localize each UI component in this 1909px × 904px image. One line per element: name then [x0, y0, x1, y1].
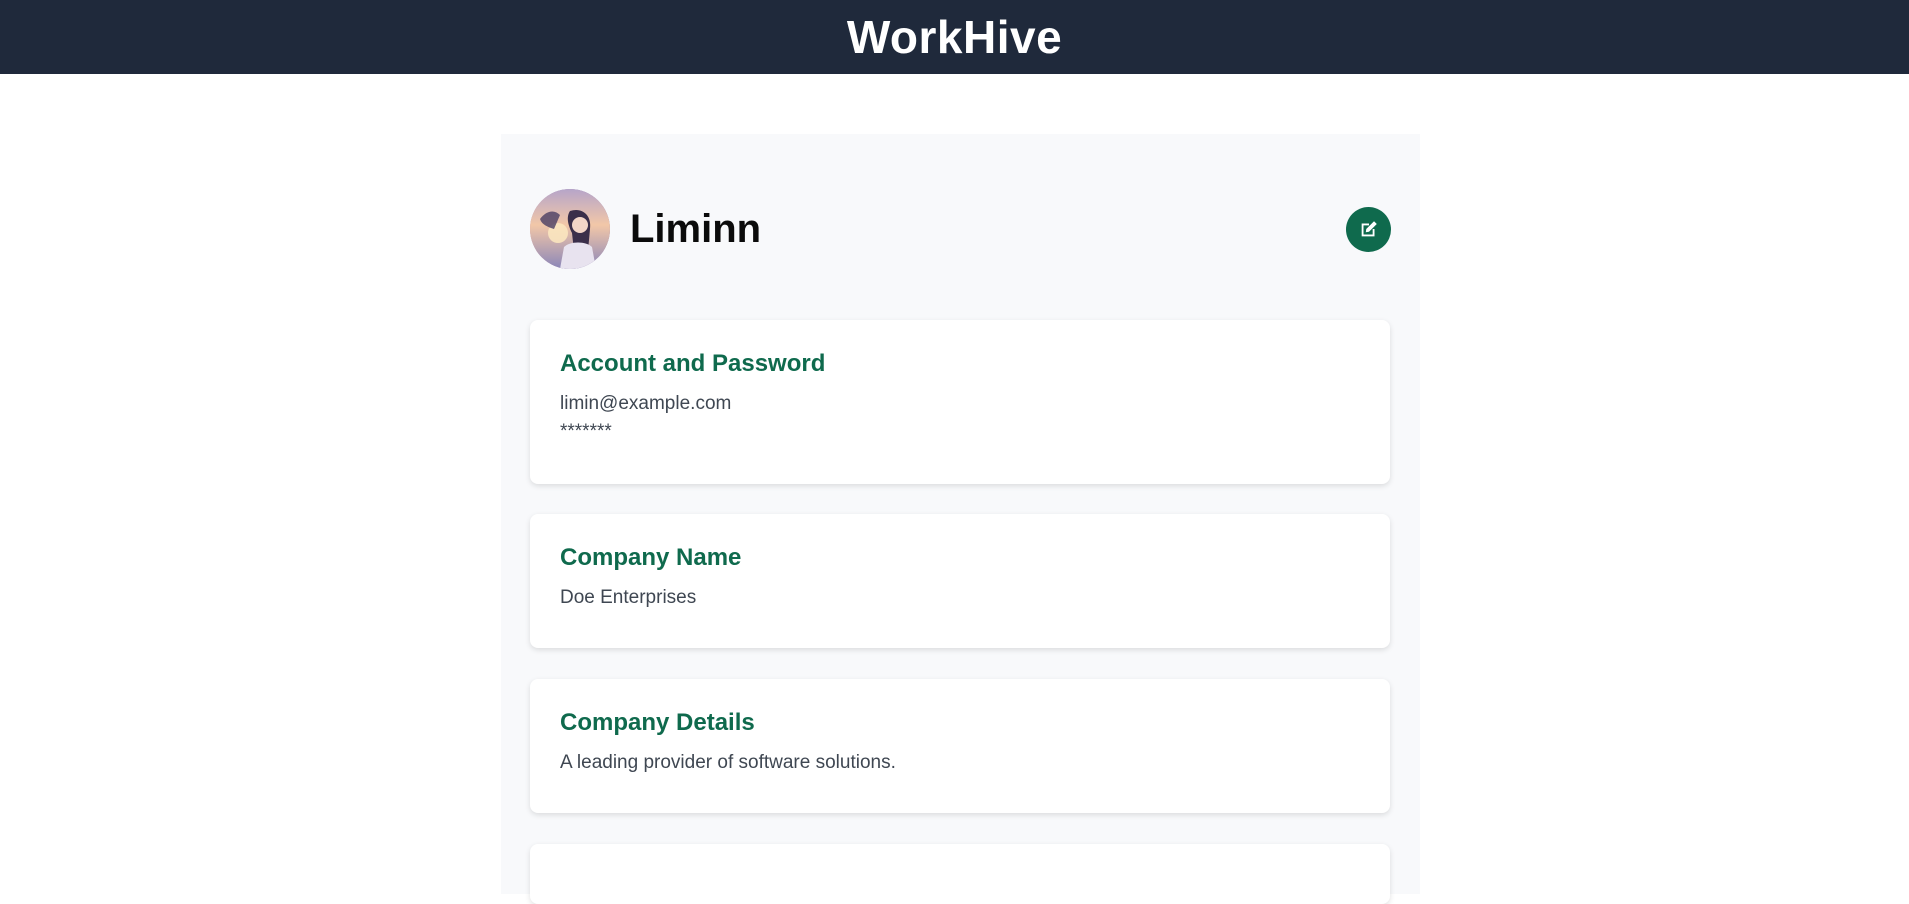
brand-title: WorkHive — [846, 11, 1063, 63]
edit-icon — [1361, 221, 1377, 237]
profile-header: Liminn — [530, 188, 1391, 270]
profile-panel: Liminn Account and Password limin@exampl… — [501, 134, 1420, 904]
company-details-value: A leading provider of software solutions… — [560, 752, 896, 773]
account-password-card[interactable]: Account and Password limin@example.com *… — [530, 320, 1390, 484]
account-password: ******* — [560, 421, 612, 442]
company-name-card[interactable]: Company Name Doe Enterprises — [530, 514, 1390, 648]
user-avatar-icon — [530, 189, 610, 269]
company-details-card[interactable]: Company Details A leading provider of so… — [530, 679, 1390, 813]
next-section-card[interactable] — [530, 844, 1390, 904]
company-name-value: Doe Enterprises — [560, 587, 697, 608]
profile-name: Liminn — [630, 206, 762, 251]
avatar — [530, 189, 610, 269]
company-details-title: Company Details — [560, 709, 755, 736]
company-name-title: Company Name — [560, 544, 742, 571]
top-header: WorkHive — [0, 0, 1909, 74]
edit-profile-button[interactable] — [1346, 206, 1391, 252]
account-email: limin@example.com — [560, 393, 732, 414]
account-section-title: Account and Password — [560, 350, 826, 377]
